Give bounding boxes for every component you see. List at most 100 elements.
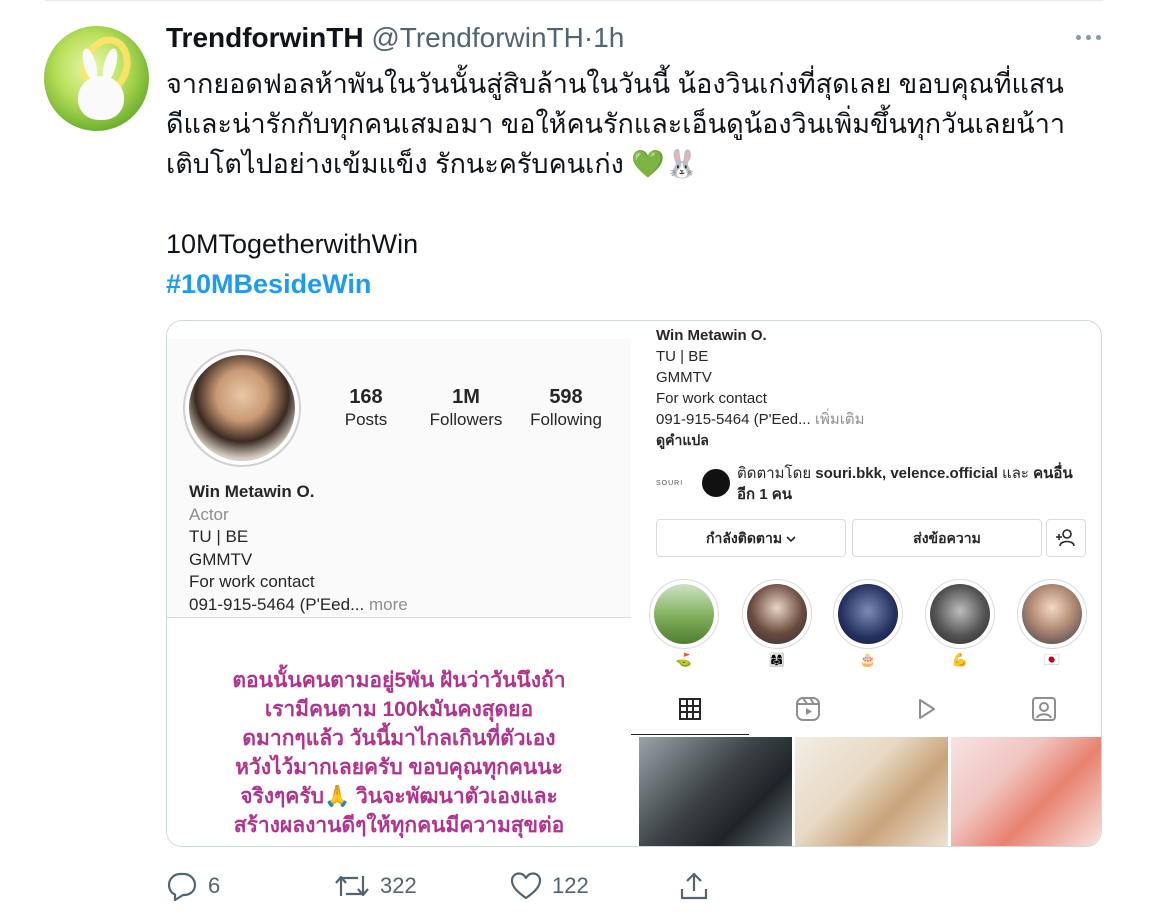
- ig-highlight-5: 🇯🇵: [1017, 579, 1087, 671]
- ig-bio-phone: 091-915-5464 (P'Eed... more: [189, 594, 408, 617]
- followed-prefix: ติดตามโดย: [737, 465, 816, 482]
- followed-rest: อีก 1 คน: [737, 486, 793, 503]
- ig-bio-line-1: TU | BE: [189, 527, 249, 546]
- bunny-face: [78, 76, 124, 120]
- retweet-count: 322: [380, 873, 417, 898]
- ig-right-bio: Win Metawin O. TU | BE GMMTV For work co…: [656, 325, 864, 451]
- ig-right-line-3: For work contact: [656, 390, 767, 407]
- share-button[interactable]: [678, 866, 710, 906]
- follower-avatar-dark: [700, 467, 732, 499]
- ig-right-phone: 091-915-5464 (P'Eed... เพิ่มเติม: [656, 409, 864, 430]
- ig-highlight-2-label: 👩‍👩‍👧: [768, 652, 786, 667]
- chevron-down-icon: [786, 536, 796, 543]
- ig-stat-following: 598 Following: [511, 385, 621, 431]
- ig-stat-posts: 168 Posts: [311, 385, 421, 431]
- tweet-text-line-2: ดีและน่ารักกับทุกคนเสมอมา ขอให้คนรักและเ…: [166, 109, 1066, 139]
- reply-count: 6: [208, 873, 221, 898]
- ig-tab-reels: [749, 683, 867, 735]
- header-separator: ·: [583, 22, 594, 53]
- ig-stat-followers: 1M Followers: [411, 385, 521, 431]
- tweet-text-line-3: เติบโตไปอย่างเข้มแข็ง รักนะครับคนเก่ง 💚🐰: [166, 144, 1101, 185]
- ig-tab-grid: [631, 683, 749, 735]
- author-name[interactable]: TrendforwinTH: [166, 22, 364, 53]
- reels-icon: [796, 697, 820, 721]
- author-handle[interactable]: @TrendforwinTH: [371, 22, 584, 53]
- ig-message-button: ส่งข้อความ: [852, 519, 1042, 557]
- ig-right-name: Win Metawin O.: [656, 327, 767, 344]
- ig-following-button: กำลังติดตาม: [656, 519, 846, 557]
- followed-by-text: ติดตามโดย souri.bkk, velence.official แล…: [737, 463, 1087, 505]
- ig-highlight-3: 🎂: [833, 579, 903, 671]
- ig-bio-phone-text: 091-915-5464 (P'Eed...: [189, 594, 369, 614]
- play-icon: [919, 699, 935, 719]
- ig-profile-avatar: [183, 349, 301, 467]
- like-count: 122: [552, 873, 589, 898]
- ig-post-grid: [639, 737, 1101, 846]
- like-button[interactable]: 122: [510, 866, 589, 906]
- more-options-icon[interactable]: [1076, 34, 1102, 42]
- ig-stat-followers-num: 1M: [452, 386, 480, 408]
- ig-highlight-5-label: 🇯🇵: [1043, 652, 1061, 667]
- ig-right-more: เพิ่มเติม: [814, 411, 865, 428]
- tagged-icon: [1032, 697, 1056, 721]
- ig-note: ตอนนั้นคนตามอยู่5พัน ฝันว่าวันนึงถ้า เรา…: [167, 618, 631, 846]
- ig-bio-role: Actor: [189, 504, 229, 524]
- tweet-text: จากยอดฟอลห้าพันในวันนั้นสู่สิบล้านในวันน…: [166, 64, 1101, 185]
- tweet-time[interactable]: 1h: [593, 22, 624, 53]
- hashtag-link[interactable]: #10MBesideWin: [166, 266, 371, 302]
- followed-and: และ: [997, 465, 1034, 482]
- ig-highlight-3-label: 🎂: [859, 652, 877, 667]
- ig-add-user-button: [1046, 519, 1086, 557]
- ig-bio-line-2: GMMTV: [189, 549, 253, 569]
- reply-button[interactable]: 6: [166, 866, 220, 906]
- ig-right-phone-text: 091-915-5464 (P'Eed...: [656, 411, 815, 428]
- ig-bio-more: more: [368, 594, 408, 614]
- ig-screenshot-left: 168 Posts 1M Followers 598 Following Win…: [167, 321, 631, 846]
- tweet-emojis: 💚🐰: [631, 149, 699, 180]
- author-avatar[interactable]: [44, 26, 149, 131]
- ig-right-line-1: TU | BE: [656, 348, 709, 365]
- ig-tab-video: [867, 683, 985, 735]
- ig-profile-tabs: [631, 683, 1101, 735]
- grid-icon: [679, 697, 701, 720]
- tweet-media[interactable]: 168 Posts 1M Followers 598 Following Win…: [166, 320, 1102, 847]
- ig-tab-tagged: [985, 683, 1101, 735]
- tweet-header: TrendforwinTH @TrendforwinTH·1h: [166, 22, 624, 54]
- tweet-text-line-3-text: เติบโตไปอย่างเข้มแข็ง รักนะครับคนเก่ง: [166, 149, 624, 179]
- ig-highlight-4-label: 💪: [951, 652, 969, 667]
- retweet-button[interactable]: 322: [334, 866, 417, 906]
- followed-by-avatars: SOURI: [656, 467, 732, 501]
- followed-others: คนอื่น: [1033, 465, 1073, 482]
- ig-stat-following-num: 598: [549, 386, 583, 408]
- ig-stat-posts-num: 168: [349, 386, 383, 408]
- ig-post-thumb-3: [951, 737, 1101, 846]
- top-divider: [45, 0, 1103, 1]
- share-icon: [680, 872, 708, 900]
- ig-screenshot-right: Win Metawin O. TU | BE GMMTV For work co…: [631, 321, 1101, 846]
- ig-message-label: ส่งข้อความ: [913, 530, 981, 546]
- ig-bio-line-3: For work contact: [189, 572, 315, 591]
- ig-right-line-2: GMMTV: [656, 369, 712, 386]
- ig-note-line-1: ตอนนั้นคนตามอยู่5พัน ฝันว่าวันนึงถ้า: [232, 669, 566, 692]
- heart-icon: [510, 872, 542, 900]
- ig-post-thumb-1: [639, 737, 792, 846]
- ig-note-line-4: หวังไว้มากเลยครับ ขอบคุณทุกคนนะ: [235, 756, 563, 779]
- hashtag-text: 10MTogetherwithWin: [166, 229, 419, 259]
- ig-post-thumb-2: [795, 737, 948, 846]
- tweet-actions: 6 322 122: [166, 866, 726, 906]
- tweet-text-line-1: จากยอดฟอลห้าพันในวันนั้นสู่สิบล้านในวันน…: [166, 69, 1064, 99]
- ig-highlight-2: 👩‍👩‍👧: [742, 579, 812, 671]
- ig-right-translate: ดูคำแปล: [656, 432, 709, 448]
- followed-names: souri.bkk, velence.official: [815, 465, 998, 482]
- ig-highlight-4: 💪: [925, 579, 995, 671]
- ig-following-label: กำลังติดตาม: [705, 530, 783, 546]
- ig-note-line-2: เรามีคนตาม 100kมันคงสุดยอ: [264, 698, 534, 721]
- ig-bio: Win Metawin O. Actor TU | BE GMMTV For w…: [189, 481, 408, 616]
- reply-icon: [167, 872, 197, 901]
- ig-stat-followers-label: Followers: [429, 410, 503, 429]
- ig-bio-name: Win Metawin O.: [189, 482, 315, 501]
- add-user-icon: [1056, 529, 1075, 547]
- ig-note-line-5: จริงๆครับ🙏 วินจะพัฒนาตัวเองและ: [240, 785, 558, 808]
- retweet-icon: [335, 875, 369, 897]
- ig-note-line-6: สร้างผลงานดีๆให้ทุกคนมีความสุขต่อ: [233, 814, 565, 837]
